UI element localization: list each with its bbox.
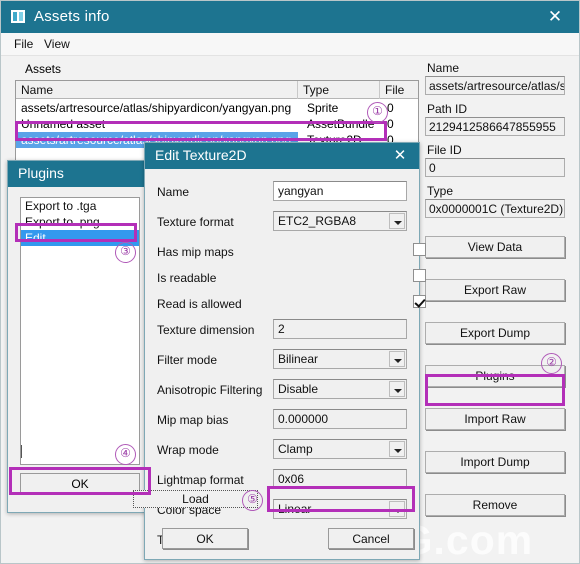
view-data-button[interactable]: View Data [425,236,565,258]
label-anisotropic-filtering: Anisotropic Filtering [157,383,263,397]
cell-type: AssetBundle [307,117,375,131]
menubar: File View [1,33,579,56]
checkbox-has-mip-maps[interactable] [413,243,426,256]
label-read-is-allowed: Read is allowed [157,297,242,311]
field-label-path-id: Path ID [427,102,468,116]
plugins-list[interactable]: Export to .tga Export to .png Edit [20,197,140,465]
label-texture-dimension: Texture dimension [157,323,255,337]
plugins-dialog: Plugins Export to .tga Export to .png Ed… [7,160,152,513]
close-icon[interactable]: ✕ [387,145,413,166]
checkbox-read-is-allowed[interactable] [413,295,426,308]
edit-texture-ok-button[interactable]: OK [162,528,248,549]
edit-texture-cancel-button[interactable]: Cancel [328,528,414,549]
edit-texture-title: Edit Texture2D [155,147,247,163]
label-lightmap-format: Lightmap format [157,473,244,487]
combo-color-space[interactable]: Linear [273,499,407,519]
combo-filter-mode[interactable]: Bilinear [273,349,407,369]
field-row-texture-dimension: Texture dimension 2 [145,319,419,345]
chevron-down-icon[interactable] [389,213,405,229]
cell-file: 0 [387,101,394,115]
combo-value: ETC2_RGBA8 [278,214,357,228]
list-item[interactable]: Export to .tga [21,198,139,214]
cell-type: Sprite [307,101,339,115]
chevron-down-icon[interactable] [389,351,405,367]
chevron-down-icon[interactable] [389,381,405,397]
label-has-mip-maps: Has mip maps [157,245,234,259]
label-is-readable: Is readable [157,271,217,285]
export-raw-button[interactable]: Export Raw [425,279,565,301]
column-header-type[interactable]: Type [298,81,380,99]
field-value-file-id[interactable]: 0 [425,158,565,177]
window-icon [11,10,25,23]
chevron-down-icon[interactable] [389,501,405,517]
window-titlebar: Assets info ✕ [1,1,579,33]
edit-texture-titlebar: Edit Texture2D ✕ [145,143,419,169]
field-row-read-is-allowed: Read is allowed [145,293,426,319]
plugins-dialog-titlebar: Plugins [8,161,151,187]
import-dump-button[interactable]: Import Dump [425,451,565,473]
input-mip-map-bias[interactable]: 0.000000 [273,409,407,429]
plugins-dialog-title: Plugins [18,165,64,181]
cell-name: assets/artresource/atlas/shipyardicon/ya… [21,101,292,115]
combo-wrap-mode[interactable]: Clamp [273,439,407,459]
field-label-file-id: File ID [427,143,462,157]
table-row[interactable]: assets/artresource/atlas/shipyardicon/ya… [16,100,418,116]
column-header-name[interactable]: Name [16,81,298,99]
table-row[interactable]: Unnamed asset AssetBundle 0 [16,116,418,132]
plugins-button[interactable]: Plugins [425,365,565,387]
label-mip-map-bias: Mip map bias [157,413,229,427]
details-panel: Name assets/artresource/atlas/sh Path ID… [425,61,573,537]
combo-value: Linear [278,502,312,516]
input-texture-dimension[interactable]: 2 [273,319,407,339]
label-wrap-mode: Wrap mode [157,443,219,457]
assets-section-label: Assets [25,62,62,76]
field-row-mip-map-bias: Mip map bias 0.000000 [145,409,419,435]
remove-button[interactable]: Remove [425,494,565,516]
field-row-filter-mode: Filter mode Bilinear [145,349,419,375]
input-lightmap-format[interactable]: 0x06 [273,469,407,489]
import-raw-button[interactable]: Import Raw [425,408,565,430]
combo-value: Disable [278,382,319,396]
input-name[interactable]: yangyan [273,181,407,201]
field-row-name: Name yangyan [145,181,419,207]
combo-value: Bilinear [278,352,319,366]
export-dump-button[interactable]: Export Dump [425,322,565,344]
field-row-has-mip-maps: Has mip maps [145,241,426,267]
label-filter-mode: Filter mode [157,353,218,367]
cell-name: Unnamed asset [21,117,106,131]
combo-anisotropic-filtering[interactable]: Disable [273,379,407,399]
label-texture-format: Texture format [157,215,234,229]
field-row-wrap-mode: Wrap mode Clamp [145,439,419,465]
checkbox-is-readable[interactable] [413,269,426,282]
text-caret [21,445,22,458]
cell-file: 0 [387,117,394,131]
field-label-type: Type [427,184,454,198]
field-value-type[interactable]: 0x0000001C (Texture2D) [425,199,565,218]
assets-info-window: Assets info ✕ File View Assets Name Type… [0,0,580,564]
listview-header: Name Type File [16,81,418,99]
plugins-ok-button[interactable]: OK [20,473,140,495]
label-name: Name [157,185,190,199]
close-icon[interactable]: ✕ [539,5,571,29]
field-value-name[interactable]: assets/artresource/atlas/sh [425,76,565,95]
menu-item-file[interactable]: File [9,36,38,52]
load-texture-button[interactable]: Load [133,490,258,508]
field-row-texture-format: Texture format ETC2_RGBA8 [145,211,419,237]
field-row-anisotropic-filtering: Anisotropic Filtering Disable [145,379,419,405]
combo-value: Clamp [278,442,313,456]
menu-item-view[interactable]: View [39,36,75,52]
chevron-down-icon[interactable] [389,441,405,457]
column-header-file[interactable]: File [380,81,418,99]
combo-texture-format[interactable]: ETC2_RGBA8 [273,211,407,231]
list-item[interactable]: Export to .png [21,214,139,230]
field-row-is-readable: Is readable [145,267,426,293]
field-label-name: Name [427,61,460,75]
window-title: Assets info [34,8,110,25]
list-item-selected[interactable]: Edit [21,230,139,246]
field-value-path-id[interactable]: 2129412586647855955 [425,117,565,136]
